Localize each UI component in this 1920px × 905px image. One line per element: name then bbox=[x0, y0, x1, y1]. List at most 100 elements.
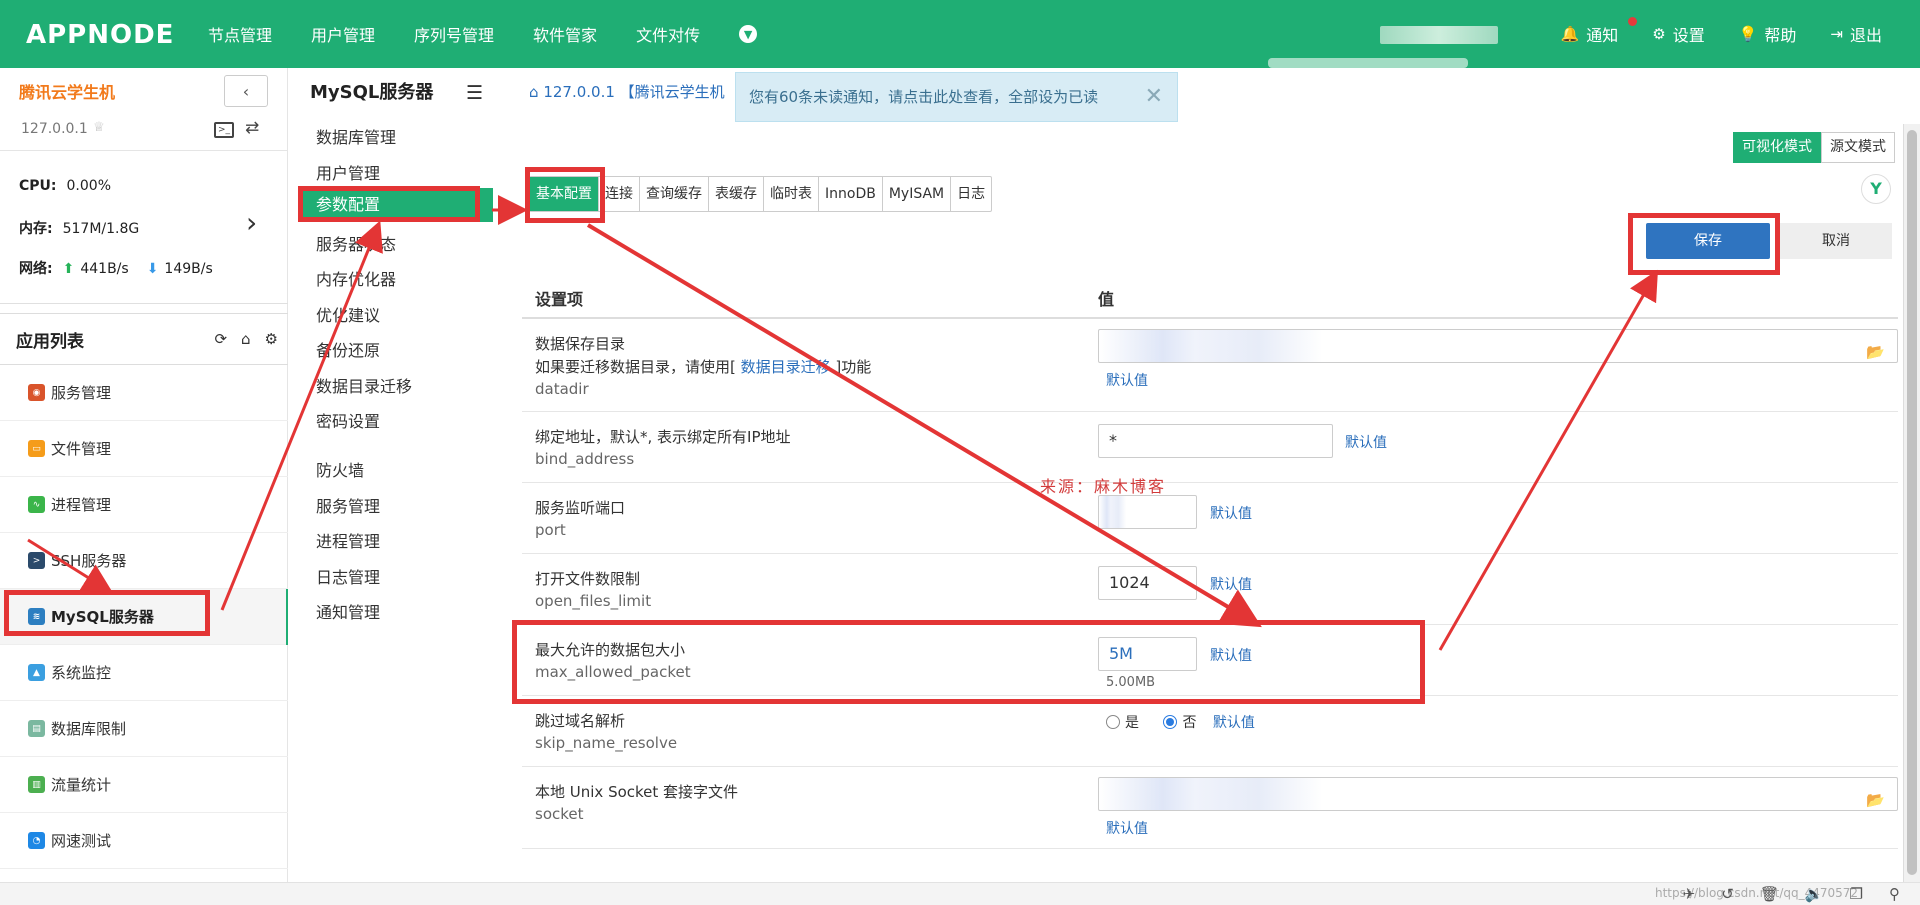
folder-open-icon[interactable]: 📂 bbox=[1866, 784, 1885, 816]
search-icon[interactable]: ⚲ bbox=[1889, 885, 1900, 903]
notifications-label: 通知 bbox=[1586, 26, 1619, 45]
skip-name-resolve-options: 是 否 默认值 bbox=[1106, 712, 1255, 732]
tab-table-cache[interactable]: 表缓存 bbox=[709, 177, 764, 211]
rocket-icon[interactable]: ✈ bbox=[1683, 885, 1696, 903]
notice-text[interactable]: 您有60条未读通知，请点击此处查看，全部设为已读 bbox=[749, 88, 1098, 106]
chevron-right-icon[interactable]: › bbox=[246, 206, 257, 239]
menu-database-management[interactable]: 数据库管理 bbox=[316, 124, 396, 148]
nav-node-management[interactable]: 节点管理 bbox=[208, 22, 272, 46]
hamburger-icon[interactable]: ☰ bbox=[466, 82, 483, 104]
open-files-limit-default-link[interactable]: 默认值 bbox=[1210, 574, 1252, 594]
switch-server-icon[interactable]: ⇄ bbox=[245, 118, 259, 138]
socket-default-link[interactable]: 默认值 bbox=[1106, 818, 1148, 838]
menu-memory-optimizer[interactable]: 内存优化器 bbox=[316, 266, 396, 290]
setting-row-bind-address: 绑定地址，默认*, 表示绑定所有IP地址 bind_address * 默认值 bbox=[522, 412, 1898, 483]
port-default-link[interactable]: 默认值 bbox=[1210, 503, 1252, 523]
app-item-file-management[interactable]: ▭ 文件管理 bbox=[0, 421, 288, 477]
menu-backup-restore[interactable]: 备份还原 bbox=[316, 337, 380, 361]
radio-no-circle[interactable] bbox=[1163, 715, 1178, 729]
source-mode-button[interactable]: 源文模式 bbox=[1821, 132, 1895, 163]
appnode-logo[interactable]: APPNODE bbox=[26, 20, 174, 50]
app-item-system-monitor[interactable]: ▲ 系统监控 bbox=[0, 645, 288, 701]
app-item-process-management[interactable]: ∿ 进程管理 bbox=[0, 477, 288, 533]
data-dir-migration-link[interactable]: 数据目录迁移 bbox=[741, 358, 831, 376]
desc-prefix: 如果要迁移数据目录，请使用[ bbox=[535, 358, 741, 376]
nav-user-management[interactable]: 用户管理 bbox=[311, 22, 375, 46]
collapse-sidebar-button[interactable]: ‹ bbox=[224, 75, 268, 107]
app-item-label: 流量统计 bbox=[51, 776, 112, 794]
chevron-down-icon[interactable]: ▼ bbox=[739, 25, 758, 43]
socket-input[interactable]: 📂 bbox=[1098, 777, 1898, 811]
scrollbar-thumb[interactable] bbox=[1907, 130, 1917, 875]
breadcrumb-text[interactable]: 127.0.0.1 【腾讯云学生机 bbox=[543, 83, 724, 101]
menu-service-management[interactable]: 服务管理 bbox=[316, 493, 380, 517]
speedtest-app-icon: ◔ bbox=[28, 832, 45, 849]
radio-yes[interactable]: 是 bbox=[1106, 715, 1139, 731]
tab-innodb[interactable]: InnoDB bbox=[819, 177, 883, 211]
menu-server-status[interactable]: 服务器状态 bbox=[316, 231, 396, 255]
menu-optimization-advice[interactable]: 优化建议 bbox=[316, 302, 380, 326]
bottom-icons: ✈ ↺ 🗑 🔈 ❐ ⚲ bbox=[1683, 885, 1900, 903]
port-input[interactable] bbox=[1098, 495, 1197, 529]
radio-no[interactable]: 否 bbox=[1163, 715, 1196, 731]
bind-address-input[interactable]: * bbox=[1098, 424, 1333, 458]
page-scrollbar[interactable] bbox=[1903, 124, 1920, 882]
menu-process-management[interactable]: 进程管理 bbox=[316, 528, 380, 552]
memory-label: 内存: bbox=[19, 221, 53, 237]
logout-button[interactable]: ⇥ 退出 bbox=[1830, 22, 1882, 46]
nav-serial-management[interactable]: 序列号管理 bbox=[414, 22, 494, 46]
trash-icon[interactable]: 🗑 bbox=[1760, 885, 1779, 903]
tab-query-cache[interactable]: 查询缓存 bbox=[640, 177, 709, 211]
app-item-ssh-server[interactable]: > SSH服务器 bbox=[0, 533, 288, 589]
tab-myisam[interactable]: MyISAM bbox=[883, 177, 952, 211]
cpu-value: 0.00% bbox=[66, 178, 111, 194]
setting-key: socket bbox=[535, 805, 584, 823]
menu-password-settings[interactable]: 密码设置 bbox=[316, 408, 380, 432]
radio-yes-circle[interactable] bbox=[1106, 715, 1120, 729]
app-item-service-management[interactable]: ◉ 服务管理 bbox=[0, 365, 288, 421]
settings-button[interactable]: ⚙ 设置 bbox=[1652, 22, 1704, 46]
tab-log[interactable]: 日志 bbox=[951, 177, 991, 211]
home-icon[interactable]: ⌂ bbox=[529, 83, 539, 101]
desc-suffix: ]功能 bbox=[830, 358, 872, 376]
app-item-database-limit[interactable]: ▤ 数据库限制 bbox=[0, 701, 288, 757]
app-item-traffic-stats[interactable]: ▥ 流量统计 bbox=[0, 757, 288, 813]
folder-open-icon[interactable]: 📂 bbox=[1866, 336, 1885, 368]
datadir-default-link[interactable]: 默认值 bbox=[1106, 370, 1148, 390]
open-files-limit-input[interactable]: 1024 bbox=[1098, 566, 1197, 600]
gear-icon[interactable]: ⚙ bbox=[265, 330, 278, 348]
notifications-button[interactable]: 🔔 通知 bbox=[1561, 17, 1637, 46]
help-button[interactable]: 💡 帮助 bbox=[1739, 22, 1797, 46]
annotation-box-mysql bbox=[4, 590, 210, 636]
window-icon[interactable]: ❐ bbox=[1850, 885, 1863, 903]
menu-log-management[interactable]: 日志管理 bbox=[316, 564, 380, 588]
monitor-app-icon: ▲ bbox=[28, 664, 45, 681]
menu-data-dir-migration[interactable]: 数据目录迁移 bbox=[316, 373, 412, 397]
skip-name-resolve-default-link[interactable]: 默认值 bbox=[1213, 715, 1255, 731]
user-name-blurred[interactable] bbox=[1380, 26, 1498, 44]
menu-notification-management[interactable]: 通知管理 bbox=[316, 599, 380, 623]
bind-address-default-link[interactable]: 默认值 bbox=[1345, 432, 1387, 452]
home-icon[interactable]: ⌂ bbox=[241, 330, 251, 348]
speaker-icon[interactable]: 🔈 bbox=[1805, 885, 1824, 903]
menu-firewall[interactable]: 防火墙 bbox=[316, 457, 364, 481]
unread-notice[interactable]: 您有60条未读通知，请点击此处查看，全部设为已读 ✕ bbox=[735, 72, 1178, 122]
app-item-speed-test[interactable]: ◔ 网速测试 bbox=[0, 813, 288, 869]
server-name[interactable]: 腾讯云学生机 bbox=[19, 79, 115, 103]
history-icon[interactable]: ↺ bbox=[1721, 885, 1734, 903]
visual-mode-button[interactable]: 可视化模式 bbox=[1733, 132, 1821, 163]
nav-file-transfer[interactable]: 文件对传 bbox=[636, 22, 700, 46]
refresh-icon[interactable]: ⟳ bbox=[214, 330, 227, 348]
nav-software-manager[interactable]: 软件管家 bbox=[533, 22, 597, 46]
terminal-icon[interactable]: >_ bbox=[214, 122, 234, 138]
cancel-button[interactable]: 取消 bbox=[1780, 223, 1892, 259]
setting-key: open_files_limit bbox=[535, 592, 652, 610]
menu-user-management[interactable]: 用户管理 bbox=[316, 160, 380, 184]
col-setting-header: 设置项 bbox=[535, 290, 584, 309]
tab-temp-table[interactable]: 临时表 bbox=[764, 177, 819, 211]
tab-connection[interactable]: 连接 bbox=[599, 177, 640, 211]
datadir-input[interactable]: 📂 bbox=[1098, 329, 1898, 363]
server-ip: 127.0.0.1 bbox=[21, 121, 88, 137]
y-logo-icon[interactable]: Y bbox=[1861, 174, 1891, 204]
close-icon[interactable]: ✕ bbox=[1145, 73, 1163, 121]
